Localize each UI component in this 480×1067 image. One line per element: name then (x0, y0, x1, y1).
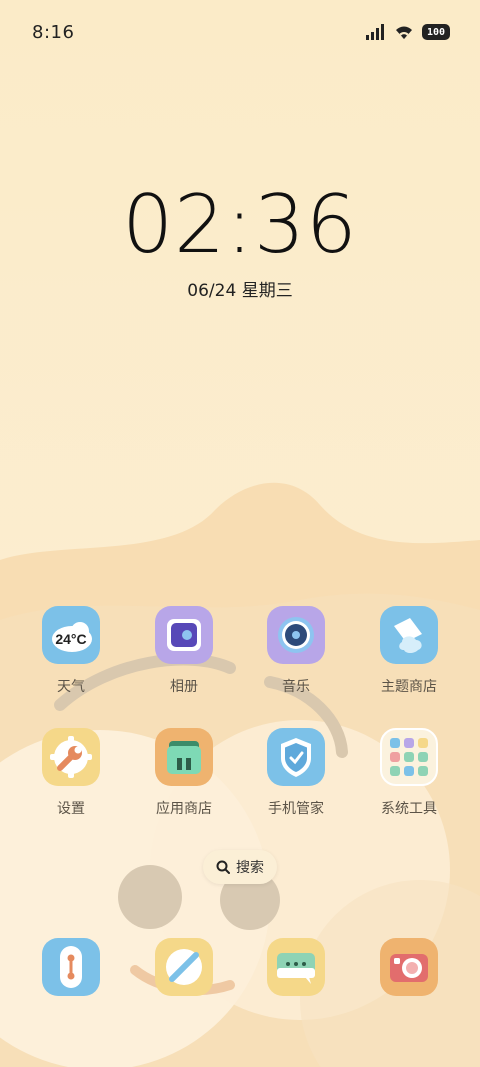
wallpaper (0, 0, 480, 1067)
app-app-store[interactable]: 应用商店 (136, 728, 232, 818)
app-label-theme-store: 主题商店 (381, 679, 437, 695)
app-system-tools-folder[interactable]: 系统工具 (361, 728, 457, 818)
system-tools-folder-icon (380, 728, 438, 786)
search-label: 搜索 (236, 860, 264, 876)
browser-icon (155, 938, 213, 996)
app-label-gallery: 相册 (170, 679, 198, 695)
phone-icon (42, 938, 100, 996)
status-time: 8:16 (32, 22, 75, 43)
app-store-icon (155, 728, 213, 786)
dock-camera[interactable] (361, 938, 457, 996)
app-label-app-store: 应用商店 (156, 801, 212, 817)
app-gallery[interactable]: 相册 (136, 606, 232, 696)
signal-icon (366, 24, 384, 40)
app-label-system-tools: 系统工具 (381, 801, 437, 817)
search-button[interactable]: 搜索 (203, 850, 277, 884)
phone-manager-icon (267, 728, 325, 786)
battery-icon: 100 (422, 24, 450, 40)
settings-icon (42, 728, 100, 786)
search-icon (216, 860, 230, 874)
music-icon (267, 606, 325, 664)
theme-store-icon (380, 606, 438, 664)
clock-date: 06/24 星期三 (187, 281, 293, 301)
app-label-settings: 设置 (57, 801, 85, 817)
messages-icon (267, 938, 325, 996)
dock-messages[interactable] (248, 938, 344, 996)
status-bar: 8:16 100 (0, 0, 480, 66)
app-label-music: 音乐 (282, 679, 310, 695)
app-phone-manager[interactable]: 手机管家 (248, 728, 344, 818)
status-icons: 100 (366, 24, 450, 40)
weather-icon: 24°C (42, 606, 100, 664)
wifi-icon (396, 26, 412, 39)
gallery-icon (155, 606, 213, 664)
app-music[interactable]: 音乐 (248, 606, 344, 696)
app-settings[interactable]: 设置 (23, 728, 119, 818)
dock-phone[interactable] (23, 938, 119, 996)
weather-temp: 24°C (55, 631, 86, 647)
app-theme-store[interactable]: 主题商店 (361, 606, 457, 696)
clock-time[interactable]: 02:36 (0, 178, 480, 271)
app-weather[interactable]: 24°C 天气 (23, 606, 119, 696)
app-label-weather: 天气 (57, 679, 85, 695)
app-label-phone-manager: 手机管家 (268, 801, 324, 817)
dock-browser[interactable] (136, 938, 232, 996)
camera-icon (380, 938, 438, 996)
